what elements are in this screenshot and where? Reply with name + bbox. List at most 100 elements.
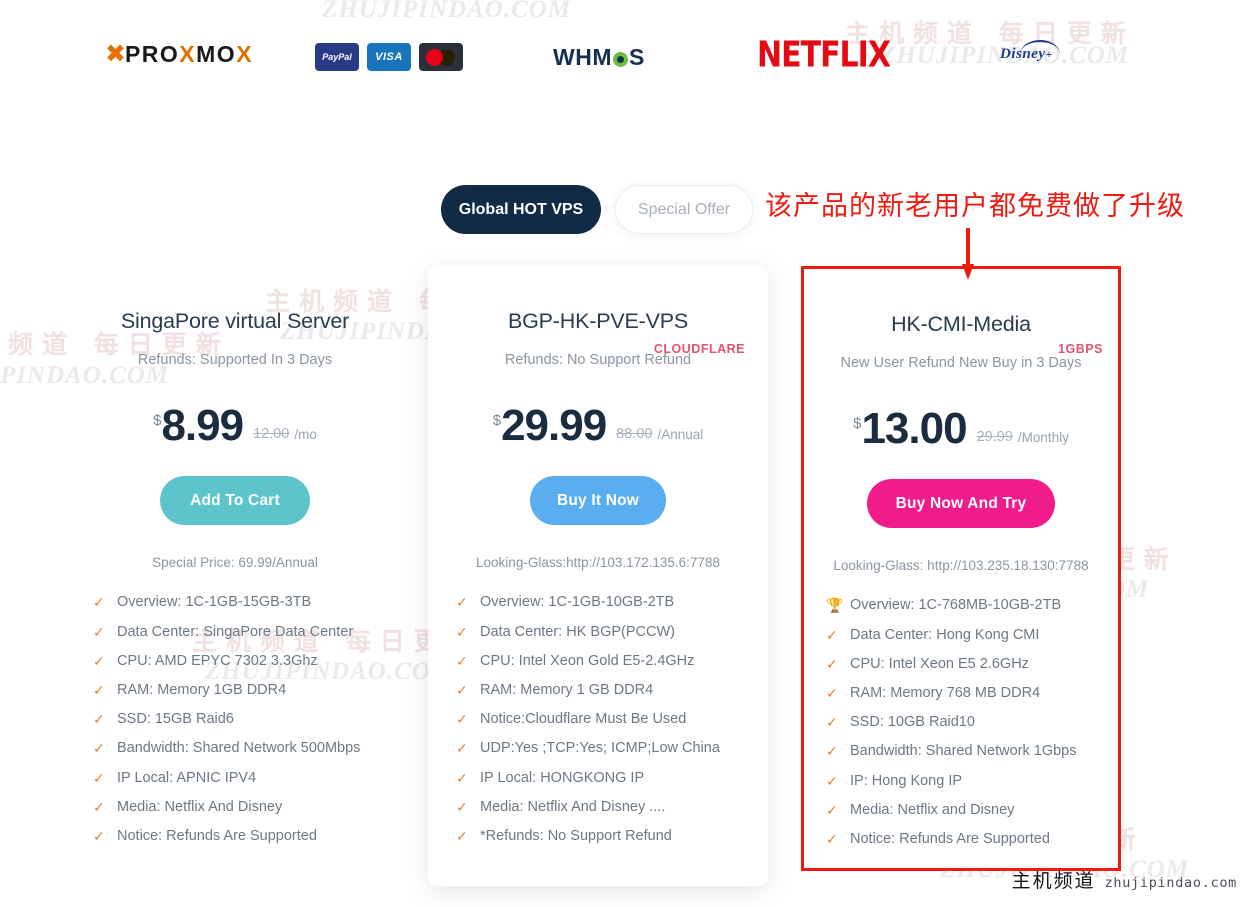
pricing-card-hk-cmi-media[interactable]: 1GBPS HK-CMI-Media New User Refund New B… xyxy=(801,266,1121,871)
check-icon: ✓ xyxy=(93,623,105,640)
billing-period: /Monthly xyxy=(1017,430,1069,446)
list-item: ✓ Notice: Refunds Are Supported xyxy=(93,829,395,844)
price-value: 8.99 xyxy=(161,401,244,450)
pricing-card-singapore[interactable]: SingaPore virtual Server Refunds: Suppor… xyxy=(75,276,395,858)
feature-text: Data Center: HK BGP(PCCW) xyxy=(480,623,675,640)
list-item: ✓ IP: Hong Kong IP xyxy=(826,773,1118,789)
card-title: SingaPore virtual Server xyxy=(120,309,350,333)
feature-text: SSD: 10GB Raid10 xyxy=(850,714,975,731)
price-row: $ 29.99 88.00 /Annual xyxy=(428,401,768,450)
card-subtitle: New User Refund New Buy in 3 Days xyxy=(840,355,1082,371)
list-item: ✓ CPU: Intel Xeon Gold E5-2.4GHz xyxy=(456,654,768,669)
feature-text: Bandwidth: Shared Network 500Mbps xyxy=(117,740,361,757)
billing-period: /mo xyxy=(294,427,317,443)
check-icon: ✓ xyxy=(456,623,468,640)
check-icon: ✓ xyxy=(93,711,105,728)
feature-text: Notice:Cloudflare Must Be Used xyxy=(480,711,687,728)
check-icon: ✓ xyxy=(826,714,838,731)
feature-text: CPU: Intel Xeon E5 2.6GHz xyxy=(850,655,1029,672)
list-item: ✓ Overview: 1C-1GB-15GB-3TB xyxy=(93,595,395,610)
feature-text: Media: Netflix And Disney .... xyxy=(480,798,666,815)
card-title: BGP-HK-PVE-VPS xyxy=(508,309,688,333)
feature-text: UDP:Yes ;TCP:Yes; ICMP;Low China xyxy=(480,740,720,757)
feature-text: IP Local: APNIC IPV4 xyxy=(117,769,257,786)
feature-text: RAM: Memory 1 GB DDR4 xyxy=(480,682,654,699)
check-icon: ✓ xyxy=(93,652,105,669)
billing-period: /Annual xyxy=(657,427,704,443)
trophy-icon: 🏆 xyxy=(826,597,844,614)
check-icon: ✓ xyxy=(456,827,468,844)
feature-text: CPU: Intel Xeon Gold E5-2.4GHz xyxy=(480,652,695,669)
plan-toggle-group: Global HOT VPS Special Offer xyxy=(441,185,753,234)
check-icon: ✓ xyxy=(93,827,105,844)
old-price: 29.99 xyxy=(976,429,1013,446)
buy-now-and-try-button[interactable]: Buy Now And Try xyxy=(867,479,1055,529)
card-subtitle: Refunds: Supported In 3 Days xyxy=(137,352,333,368)
feature-list: ✓ Overview: 1C-1GB-10GB-2TB ✓ Data Center:… xyxy=(428,595,768,843)
list-item: ✓ IP Local: APNIC IPV4 xyxy=(93,769,395,786)
status-badge: CLOUDFLARE xyxy=(653,342,745,356)
card-title: HK-CMI-Media xyxy=(891,312,1031,336)
list-item: ✓ Data Center: Hong Kong CMI xyxy=(826,626,1118,643)
list-item: ✓ Notice:Cloudflare Must Be Used xyxy=(456,712,768,727)
card-note: Looking-Glass: http://103.235.18.130:778… xyxy=(833,558,1089,574)
list-item: ✓ Media: Netflix And Disney .... xyxy=(456,800,768,815)
check-icon: ✓ xyxy=(456,740,468,757)
list-item: ✓ IP Local: HONGKONG IP xyxy=(456,769,768,786)
feature-text: *Refunds: No Support Refund xyxy=(480,827,672,844)
list-item: ✓ *Refunds: No Support Refund xyxy=(456,829,768,844)
card-note: Looking-Glass:http://103.172.135.6:7788 xyxy=(476,555,720,571)
brand-domain: zhujipindao.com xyxy=(1104,875,1237,891)
list-item: ✓ CPU: AMD EPYC 7302 3.3Ghz xyxy=(93,654,395,669)
check-icon: ✓ xyxy=(456,711,468,728)
annotation-arrow-icon xyxy=(962,228,974,280)
price-row: $ 8.99 12.00 /mo xyxy=(75,401,395,450)
check-icon: ✓ xyxy=(826,626,838,643)
feature-text: Data Center: SingaPore Data Center xyxy=(117,623,354,640)
tab-special-offer[interactable]: Special Offer xyxy=(615,185,753,234)
add-to-cart-button[interactable]: Add To Cart xyxy=(160,476,310,526)
old-price: 88.00 xyxy=(616,426,653,443)
check-icon: ✓ xyxy=(456,594,468,611)
check-icon: ✓ xyxy=(456,652,468,669)
list-item: ✓ Media: Netflix and Disney xyxy=(826,803,1118,818)
list-item: ✓ CPU: Intel Xeon E5 2.6GHz xyxy=(826,657,1118,672)
check-icon: ✓ xyxy=(93,769,105,786)
list-item: ✓ Bandwidth: Shared Network 1Gbps xyxy=(826,744,1118,759)
check-icon: ✓ xyxy=(826,685,838,702)
pricing-card-bgp-hk-pve[interactable]: CLOUDFLARE BGP-HK-PVE-VPS Refunds: No Su… xyxy=(428,266,768,886)
list-item: ✓ Notice: Refunds Are Supported xyxy=(826,832,1118,847)
list-item: ✓ SSD: 15GB Raid6 xyxy=(93,712,395,727)
feature-list: 🏆 Overview: 1C-768MB-10GB-2TB ✓ Data Cente… xyxy=(804,598,1118,846)
list-item: ✓ Data Center: SingaPore Data Center xyxy=(93,623,395,640)
feature-text: RAM: Memory 768 MB DDR4 xyxy=(850,685,1041,702)
check-icon: ✓ xyxy=(456,682,468,699)
list-item: ✓ RAM: Memory 768 MB DDR4 xyxy=(826,686,1118,701)
check-icon: ✓ xyxy=(93,682,105,699)
check-icon: ✓ xyxy=(456,798,468,815)
feature-list: ✓ Overview: 1C-1GB-15GB-3TB ✓ Data Center:… xyxy=(75,595,395,843)
old-price: 12.00 xyxy=(253,426,290,443)
list-item: ✓ Data Center: HK BGP(PCCW) xyxy=(456,623,768,640)
check-icon: ✓ xyxy=(826,830,838,847)
status-badge: 1GBPS xyxy=(1058,342,1103,356)
price-value: 29.99 xyxy=(501,401,607,450)
feature-text: Overview: 1C-1GB-15GB-3TB xyxy=(117,594,312,611)
page-root: ZHUJIPINDAO.COM 主机频道 每日更新 ZHUJIPINDAO.CO… xyxy=(0,0,1251,907)
feature-text: IP Local: HONGKONG IP xyxy=(480,769,645,786)
buy-it-now-button[interactable]: Buy It Now xyxy=(530,476,666,526)
feature-text: Media: Netflix And Disney xyxy=(117,798,283,815)
check-icon: ✓ xyxy=(456,769,468,786)
list-item: ✓ RAM: Memory 1 GB DDR4 xyxy=(456,683,768,698)
feature-text: RAM: Memory 1GB DDR4 xyxy=(117,682,287,699)
feature-text: Notice: Refunds Are Supported xyxy=(850,830,1050,847)
currency-symbol: $ xyxy=(492,412,502,429)
feature-text: Overview: 1C-768MB-10GB-2TB xyxy=(850,597,1062,614)
list-item: ✓ Bandwidth: Shared Network 500Mbps xyxy=(93,741,395,756)
tab-global-hot-vps[interactable]: Global HOT VPS xyxy=(441,185,601,234)
currency-symbol: $ xyxy=(153,412,162,429)
feature-text: Overview: 1C-1GB-10GB-2TB xyxy=(480,594,675,611)
site-brand: 主机频道 zhujipindao.com xyxy=(1012,866,1237,893)
card-note: Special Price: 69.99/Annual xyxy=(152,555,318,571)
list-item: 🏆 Overview: 1C-768MB-10GB-2TB xyxy=(826,598,1118,613)
